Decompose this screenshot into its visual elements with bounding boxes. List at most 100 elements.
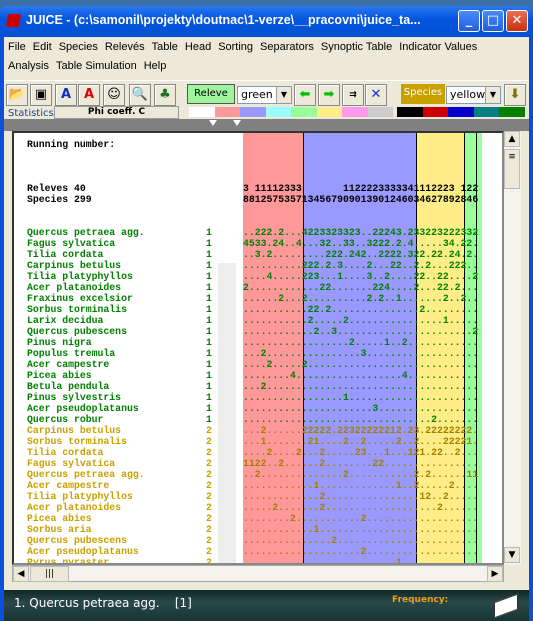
scroll-up-button[interactable]: ▲ <box>504 131 520 147</box>
maximize-button[interactable]: □ <box>482 10 504 32</box>
species-name[interactable]: Tilia platyphyllos <box>27 271 133 282</box>
table-row[interactable]: 2............22.......224....2...22.2... <box>243 282 478 293</box>
chevron-down-icon[interactable]: ▼ <box>276 87 291 103</box>
species-name[interactable]: Fagus sylvatica <box>27 238 115 249</box>
font-blue-a-icon[interactable]: A <box>55 84 77 106</box>
species-name[interactable]: Populus tremula <box>27 348 115 359</box>
species-name[interactable]: Acer pseudoplatanus <box>27 403 139 414</box>
species-name[interactable]: Larix decidua <box>27 315 103 326</box>
palette-swatch[interactable] <box>316 107 342 117</box>
palette-swatch[interactable] <box>422 107 448 117</box>
scroll-right-button[interactable]: ▶ <box>487 566 503 582</box>
table-row[interactable]: ...............2........................ <box>243 535 478 546</box>
table-row[interactable]: ...2......22222.22322222212.23.22222222. <box>243 425 478 436</box>
menu-file[interactable]: File <box>8 41 26 53</box>
palette-swatch[interactable] <box>214 107 240 117</box>
table-row[interactable]: ........2...........2................... <box>243 513 478 524</box>
species-name[interactable]: Quercus petraea agg. <box>27 469 145 480</box>
table-row[interactable]: 1122..2......2........22................ <box>243 458 478 469</box>
table-row[interactable]: ....2.....2............................. <box>243 359 478 370</box>
scroll-left-button[interactable]: ◀ <box>13 566 29 582</box>
releve-color-button[interactable]: Releve <box>187 84 235 104</box>
save-disk-icon[interactable]: ▣ <box>30 84 52 106</box>
vertical-scrollbar[interactable]: ▲ ≡ ▼ <box>504 131 521 565</box>
species-name[interactable]: Tilia platyphyllos <box>27 491 133 502</box>
separator-marker[interactable] <box>233 120 241 126</box>
palette-swatch[interactable] <box>367 107 393 117</box>
menu-indicator-values[interactable]: Indicator Values <box>399 41 477 53</box>
table-row[interactable]: .............2................12..2..... <box>243 491 478 502</box>
species-name[interactable]: Fraxinus excelsior <box>27 293 133 304</box>
table-row[interactable]: ...........2.....2................1..... <box>243 315 478 326</box>
species-name[interactable]: Pinus sylvestris <box>27 392 121 403</box>
vertical-scroll-thumb[interactable]: ≡ <box>504 149 520 189</box>
table-row[interactable]: ....4.....223...1....3..2....22..22....2 <box>243 271 478 282</box>
palette-swatch[interactable] <box>240 107 266 117</box>
menu-head[interactable]: Head <box>185 41 211 53</box>
table-row[interactable]: .................1...................... <box>243 392 478 403</box>
species-name[interactable]: Tilia cordata <box>27 447 103 458</box>
species-name[interactable]: Fagus sylvatica <box>27 458 115 469</box>
species-name[interactable]: Betula pendula <box>27 381 109 392</box>
minimize-button[interactable]: _ <box>458 10 480 32</box>
font-red-a-icon[interactable]: A <box>78 84 100 106</box>
table-row[interactable]: ....................2................... <box>243 546 478 557</box>
table-row[interactable]: ...1.......21....2..2.....2..2....22221. <box>243 436 478 447</box>
table-row[interactable]: ..........................1............. <box>243 557 478 563</box>
close-button[interactable]: ✕ <box>506 10 528 32</box>
table-row[interactable]: ......2...2..........2.2..1.......2..2.. <box>243 293 478 304</box>
arrow-left-icon[interactable]: ⬅ <box>294 84 316 106</box>
species-name[interactable]: Picea abies <box>27 370 92 381</box>
species-name[interactable]: Carpinus betulus <box>27 260 121 271</box>
species-name[interactable]: Pyrus pyraster <box>27 557 109 563</box>
horizontal-scrollbar[interactable]: ◀ ||| ▶ <box>12 565 504 582</box>
table-row[interactable]: 4533.24..4...32..33..3222.2.4.....34.22. <box>243 238 478 249</box>
menu-relev-s[interactable]: Relevés <box>105 41 145 53</box>
book-icon[interactable] <box>494 593 518 619</box>
menu-species[interactable]: Species <box>59 41 98 53</box>
species-name[interactable]: Acer campestre <box>27 480 109 491</box>
menu-separators[interactable]: Separators <box>260 41 314 53</box>
table-row[interactable]: ...2.................................... <box>243 381 478 392</box>
species-name[interactable]: Picea abies <box>27 513 92 524</box>
horizontal-scroll-thumb[interactable]: ||| <box>30 566 69 582</box>
species-name[interactable]: Acer pseudoplatanus <box>27 546 139 557</box>
table-row[interactable]: ........4..................4............ <box>243 370 478 381</box>
table-row[interactable]: ............1........................... <box>243 524 478 535</box>
species-name[interactable]: Quercus robur <box>27 414 103 425</box>
species-name[interactable]: Sorbus torminalis <box>27 304 127 315</box>
species-name[interactable]: Sorbus aria <box>27 524 92 535</box>
species-name[interactable]: Acer platanoides <box>27 502 121 513</box>
palette-swatch[interactable] <box>342 107 368 117</box>
species-color-button[interactable]: Species <box>401 84 445 104</box>
arrow-down-icon[interactable]: ⬇ <box>504 84 526 106</box>
table-row[interactable]: ...........22.2...............2......... <box>243 304 478 315</box>
palette-swatch[interactable] <box>189 107 215 117</box>
table-row[interactable]: ..................2.....1..2............ <box>243 337 478 348</box>
species-name[interactable]: Carpinus betulus <box>27 425 121 436</box>
palette-swatch[interactable] <box>265 107 291 117</box>
separator-marker[interactable] <box>209 120 217 126</box>
delete-x-icon[interactable]: ✕ <box>365 84 387 106</box>
table-row[interactable]: .....2.......2...................2...... <box>243 502 478 513</box>
menu-edit[interactable]: Edit <box>33 41 52 53</box>
open-folder-icon[interactable]: 📂 <box>6 84 28 106</box>
menu-synoptic-table[interactable]: Synoptic Table <box>321 41 392 53</box>
palette-swatch[interactable] <box>499 107 525 117</box>
species-name[interactable]: Quercus petraea agg. <box>27 227 145 238</box>
tree-icon[interactable]: ♣ <box>154 84 176 106</box>
magnifier-icon[interactable]: 🔍 <box>129 84 151 106</box>
species-name[interactable]: Quercus pubescens <box>27 326 127 337</box>
menu-analysis[interactable]: Analysis <box>8 60 49 72</box>
table-row[interactable]: ..222.2...4223323323..22243.233223222332 <box>243 227 478 238</box>
table-row[interactable]: ............1.............1..2.....2.... <box>243 480 478 491</box>
table-row[interactable]: ......................3................. <box>243 403 478 414</box>
palette-swatch[interactable] <box>448 107 474 117</box>
table-row[interactable]: ................................2....... <box>243 414 478 425</box>
table-row[interactable]: ..........222.2.3....2...22..2.2...222.. <box>243 260 478 271</box>
species-name[interactable]: Acer platanoides <box>27 282 121 293</box>
species-name[interactable]: Quercus pubescens <box>27 535 127 546</box>
palette-swatch[interactable] <box>291 107 317 117</box>
scroll-down-button[interactable]: ▼ <box>504 547 520 563</box>
menu-table-simulation[interactable]: Table Simulation <box>56 60 137 72</box>
